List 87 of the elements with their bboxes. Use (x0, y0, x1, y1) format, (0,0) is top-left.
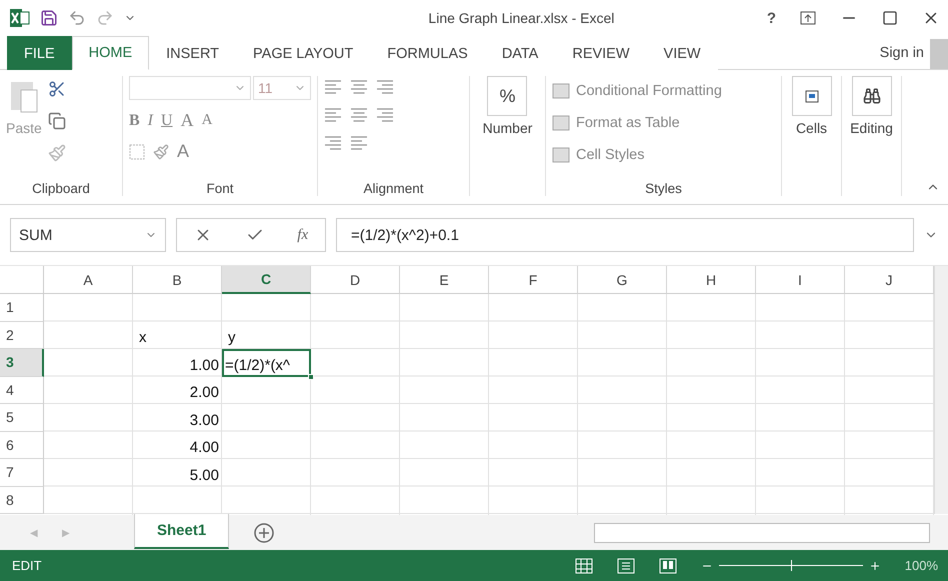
add-sheet-icon[interactable] (253, 522, 276, 544)
page-break-icon[interactable] (658, 558, 677, 574)
row-header[interactable]: 4 (0, 376, 44, 404)
row-header[interactable]: 8 (0, 486, 44, 514)
align-left-icon[interactable] (324, 108, 342, 122)
format-button[interactable]: U (161, 112, 173, 130)
redo-icon[interactable] (96, 9, 114, 27)
help-button[interactable]: ? (766, 10, 776, 26)
table-cell[interactable]: x (133, 322, 222, 349)
align-right-icon[interactable] (376, 108, 394, 122)
format-button[interactable]: B (129, 112, 140, 130)
group-label: Styles (644, 181, 683, 196)
table-cell[interactable]: 5.00 (133, 459, 222, 486)
column-header[interactable]: I (756, 266, 845, 294)
cells-button[interactable]: Cells (796, 120, 828, 136)
horizontal-scrollbar[interactable] (594, 522, 930, 542)
row-header[interactable]: 2 (0, 322, 44, 349)
zoom-level[interactable]: 100% (904, 558, 938, 573)
ribbon-tab[interactable]: FILE (7, 36, 72, 70)
font-name-field[interactable] (129, 76, 251, 100)
zoom-in-icon[interactable] (868, 560, 881, 572)
column-header[interactable]: E (400, 266, 489, 294)
format-button[interactable]: I (148, 112, 153, 130)
row-header[interactable]: 1 (0, 294, 44, 322)
page-layout-icon[interactable] (616, 558, 635, 574)
table-icon[interactable] (552, 83, 570, 99)
percent-icon[interactable]: % (487, 76, 528, 116)
format-painter-icon[interactable] (48, 144, 66, 162)
cut-icon[interactable] (48, 80, 66, 98)
center-icon[interactable] (350, 108, 368, 122)
table-cell[interactable]: y (222, 322, 311, 349)
vertical-scrollbar[interactable] (934, 266, 948, 514)
group-label: Clipboard (31, 181, 91, 196)
row-header[interactable]: 6 (0, 432, 44, 459)
top-align-icon[interactable] (324, 80, 342, 94)
sign-in-link[interactable]: Sign in (880, 44, 930, 60)
group-label: Alignment (362, 181, 425, 196)
column-header[interactable]: F (489, 266, 578, 294)
insert-function-button[interactable]: fx (297, 226, 308, 244)
table-cell[interactable]: 1.00 (133, 349, 222, 376)
sheet-tab[interactable]: Sheet1 (134, 514, 230, 549)
font-size-button[interactable]: A (202, 112, 212, 129)
bottom-align-icon[interactable] (376, 80, 394, 94)
save-icon[interactable] (40, 9, 58, 27)
row-header[interactable]: 5 (0, 404, 44, 432)
indent-icon[interactable] (324, 136, 342, 150)
window-title: Line Graph Linear.xlsx - Excel (427, 10, 616, 26)
column-header[interactable]: B (133, 266, 222, 294)
copy-icon[interactable] (48, 112, 66, 130)
column-header[interactable]: J (845, 266, 934, 294)
table-cell[interactable]: 3.00 (133, 404, 222, 432)
column-header[interactable]: D (311, 266, 400, 294)
ribbon-tab[interactable]: HOME (72, 36, 150, 70)
cells-icon[interactable] (792, 76, 832, 116)
row-header[interactable]: 7 (0, 459, 44, 486)
style-menu-button[interactable]: Format as Table (552, 108, 775, 138)
select-all-button[interactable] (0, 266, 44, 294)
style-menu-button[interactable]: Cell Styles (552, 140, 775, 170)
column-header[interactable]: H (667, 266, 756, 294)
column-header[interactable]: C (222, 266, 311, 294)
editing-button[interactable]: Editing (850, 120, 893, 136)
status-mode: EDIT (12, 558, 43, 573)
group-label: Font (205, 181, 234, 196)
undo-icon[interactable] (68, 9, 86, 27)
table-cell[interactable]: 4.00 (133, 432, 222, 459)
table-icon[interactable] (552, 147, 570, 163)
excel-logo-icon[interactable] (10, 9, 30, 27)
middle-align-icon[interactable] (350, 80, 368, 94)
column-header[interactable]: G (578, 266, 667, 294)
maximize-icon[interactable] (882, 10, 898, 26)
indent-icon[interactable] (350, 136, 368, 150)
table-icon[interactable] (552, 115, 570, 131)
ribbon-display-icon[interactable] (800, 11, 816, 25)
normal-view-icon[interactable] (574, 558, 593, 574)
font-size-button[interactable]: A (180, 110, 194, 131)
column-header[interactable]: A (44, 266, 133, 294)
row-header[interactable]: 3 (0, 349, 44, 376)
style-menu-button[interactable]: Conditional Formatting (552, 76, 775, 106)
font-color-button[interactable]: A (177, 141, 190, 162)
formula-field[interactable]: =(1/2)*(x^2)+0.1 (336, 218, 914, 252)
borders-icon[interactable] (129, 144, 145, 160)
fill-color-icon[interactable] (153, 144, 169, 160)
active-cell[interactable]: =(1/2)*(x^ (222, 349, 311, 376)
number-button[interactable]: Number (482, 120, 532, 136)
table-cell[interactable]: 2.00 (133, 376, 222, 404)
find-icon[interactable] (852, 76, 892, 116)
name-box[interactable]: SUM (10, 218, 166, 252)
